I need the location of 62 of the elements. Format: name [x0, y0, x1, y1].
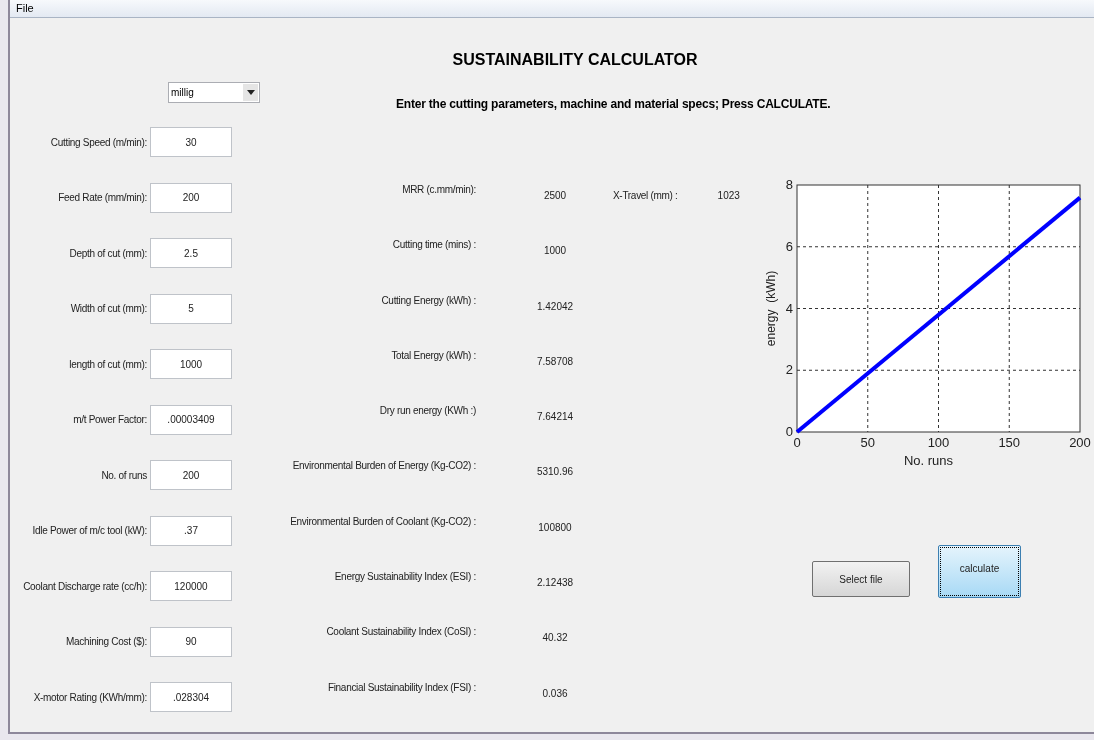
menu-item[interactable]: File	[16, 0, 34, 17]
y-tick-label: 0	[785, 424, 793, 439]
input-field[interactable]: 2.5	[150, 238, 232, 268]
x-tick-label: 150	[998, 435, 1021, 450]
output-label: Dry run energy (KWh :)	[378, 404, 476, 419]
input-field[interactable]: .00003409	[150, 404, 232, 435]
output-label: Cutting time (mins) :	[391, 238, 476, 253]
output-value: 1.42042	[535, 299, 575, 314]
input-label: Machining Cost ($):	[65, 635, 147, 649]
input-label: m/t Power Factor:	[72, 413, 147, 427]
output-value: 1000	[542, 244, 568, 259]
output-value: 7.64214	[535, 410, 575, 425]
x-tick-label: 50	[860, 435, 875, 450]
output-label: Coolant Sustainability Index (CoSI) :	[325, 625, 476, 640]
input-field[interactable]: 5	[150, 293, 232, 324]
output-value: 5310.96	[535, 465, 575, 480]
y-tick-label: 2	[785, 362, 793, 378]
app-title: SUSTAINABILITY CALCULATOR	[451, 50, 699, 70]
input-field[interactable]: 90	[150, 626, 232, 657]
output-label: Financial Sustainability Index (FSI) :	[326, 680, 476, 695]
input-field[interactable]: 1000	[150, 349, 232, 379]
output-label: Environmental Burden of Energy (Kg-CO2) :	[291, 459, 476, 474]
x-axis-label: No. runs	[903, 453, 954, 468]
input-field[interactable]: .028304	[150, 682, 232, 712]
input-label: X-motor Rating (KWh/mm):	[32, 690, 147, 705]
y-axis-label: energy (kWh)	[764, 270, 778, 347]
input-label: length of cut (mm):	[68, 357, 147, 372]
y-tick-label: 8	[785, 177, 793, 192]
input-field[interactable]: 200	[150, 460, 232, 490]
input-label: Cutting Speed (m/min):	[49, 135, 147, 150]
output-value: 7.58708	[535, 354, 575, 369]
output-label: X-Travel (mm) :	[613, 189, 678, 203]
mode-dropdown[interactable]: millig	[168, 82, 260, 103]
input-field[interactable]: 200	[150, 182, 232, 213]
calculate-button[interactable]: calculate	[938, 545, 1021, 598]
y-tick-label: 6	[785, 238, 793, 254]
input-label: Idle Power of m/c tool (kW):	[31, 524, 147, 538]
select-file-button[interactable]: Select file	[812, 561, 910, 597]
output-value: 1023	[717, 189, 740, 203]
input-field[interactable]: 120000	[150, 571, 232, 601]
output-value: 2500	[542, 189, 568, 203]
x-tick-label: 0	[793, 435, 801, 450]
output-label: Total Energy (kWh) :	[390, 348, 476, 363]
output-label: Cutting Energy (kWh) :	[380, 293, 476, 308]
output-label: Environmental Burden of Coolant (Kg-CO2) :	[289, 514, 476, 529]
input-field[interactable]: 30	[150, 127, 232, 157]
y-tick-label: 4	[785, 300, 793, 316]
output-label: MRR (c.mm/min):	[401, 183, 476, 197]
instruction-text: Enter the cutting parameters, machine and material specs; Press CALCULATE.	[396, 96, 832, 112]
x-tick-label: 100	[927, 435, 950, 450]
input-label: Coolant Discharge rate (cc/h):	[22, 579, 147, 594]
input-label: Width of cut (mm):	[69, 302, 147, 316]
x-tick-label: 200	[1069, 435, 1091, 450]
output-value: 40.32	[541, 631, 569, 646]
input-field[interactable]: .37	[150, 515, 232, 546]
output-value: 100800	[537, 520, 573, 535]
input-label: Depth of cut (mm):	[68, 246, 147, 261]
output-value: 2.12438	[535, 576, 575, 591]
output-label: Energy Sustainability Index (ESI) :	[333, 570, 476, 585]
input-label: Feed Rate (mm/min):	[57, 191, 147, 205]
output-value: 0.036	[541, 686, 569, 701]
input-label: No. of runs	[100, 468, 147, 483]
